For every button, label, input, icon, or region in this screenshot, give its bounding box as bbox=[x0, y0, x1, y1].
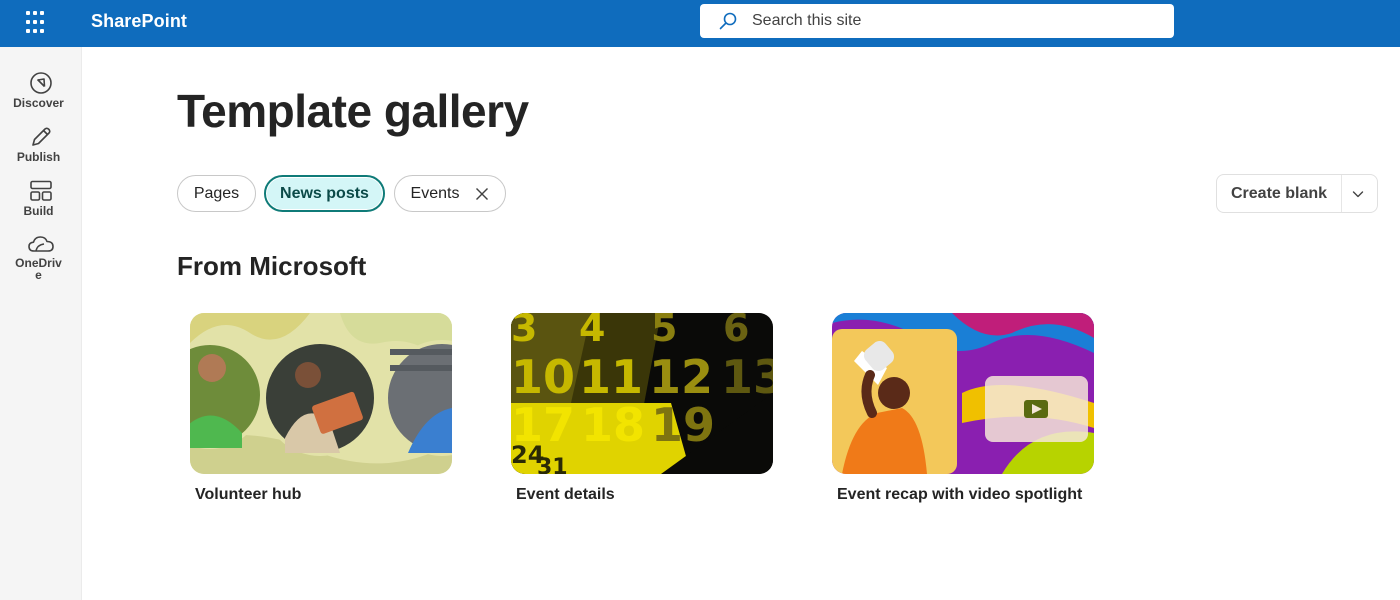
svg-text:3: 3 bbox=[511, 313, 537, 350]
svg-text:11: 11 bbox=[579, 350, 643, 404]
app-name[interactable]: SharePoint bbox=[91, 11, 187, 32]
app-launcher-icon[interactable] bbox=[24, 9, 52, 37]
template-card-event-details[interactable]: 3 4 5 6 10 11 12 13 17 18 19 24 31 Event… bbox=[511, 313, 773, 504]
cloud-icon bbox=[28, 236, 54, 252]
svg-text:13: 13 bbox=[721, 350, 773, 404]
card-title: Event details bbox=[516, 486, 615, 503]
layout-icon bbox=[30, 180, 52, 201]
rail-label: Discover bbox=[13, 96, 64, 110]
filter-pages[interactable]: Pages bbox=[177, 175, 256, 212]
svg-text:12: 12 bbox=[649, 350, 713, 404]
filter-news-posts[interactable]: News posts bbox=[264, 175, 385, 212]
rail-item-publish[interactable]: Publish bbox=[0, 125, 82, 163]
search-box[interactable] bbox=[700, 4, 1174, 38]
section-title: From Microsoft bbox=[177, 251, 367, 281]
top-bar: SharePoint bbox=[0, 0, 1400, 47]
event-details-thumbnail: 3 4 5 6 10 11 12 13 17 18 19 24 31 bbox=[511, 313, 773, 474]
filter-label: Events bbox=[410, 184, 460, 202]
svg-text:5: 5 bbox=[651, 313, 677, 350]
svg-text:31: 31 bbox=[537, 455, 568, 474]
template-card-volunteer-hub[interactable]: Volunteer hub bbox=[190, 313, 452, 504]
svg-text:10: 10 bbox=[511, 350, 575, 404]
divider bbox=[1341, 175, 1342, 212]
event-recap-thumbnail bbox=[832, 313, 1094, 474]
filter-label: News posts bbox=[280, 184, 369, 202]
filter-events[interactable]: Events bbox=[394, 175, 506, 212]
svg-text:4: 4 bbox=[579, 313, 605, 350]
create-blank-label: Create blank bbox=[1231, 185, 1328, 202]
card-title: Event recap with video spotlight bbox=[837, 486, 1083, 503]
search-icon bbox=[719, 12, 737, 30]
rail-item-build[interactable]: Build bbox=[0, 179, 82, 217]
filter-label: Pages bbox=[193, 184, 240, 202]
chevron-down-icon[interactable] bbox=[1351, 187, 1365, 201]
rail-item-discover[interactable]: Discover bbox=[0, 71, 82, 109]
search-input[interactable] bbox=[752, 11, 1152, 31]
rail-label: Publish bbox=[16, 150, 61, 164]
svg-text:6: 6 bbox=[723, 313, 749, 350]
rail-label: OneDrive bbox=[15, 256, 62, 282]
page-title: Template gallery bbox=[177, 85, 529, 137]
pen-icon bbox=[32, 127, 51, 146]
svg-text:18: 18 bbox=[581, 398, 645, 452]
template-card-event-recap[interactable]: Event recap with video spotlight bbox=[832, 313, 1094, 504]
create-blank-button[interactable]: Create blank bbox=[1216, 174, 1378, 213]
left-rail: Discover Publish Build OneDrive bbox=[0, 47, 82, 600]
volunteer-thumbnail bbox=[190, 313, 452, 474]
rail-item-onedrive[interactable]: OneDrive bbox=[0, 233, 82, 281]
rail-label: Build bbox=[23, 204, 54, 218]
compass-icon bbox=[30, 72, 52, 94]
close-icon[interactable] bbox=[475, 187, 489, 201]
card-title: Volunteer hub bbox=[195, 486, 302, 503]
